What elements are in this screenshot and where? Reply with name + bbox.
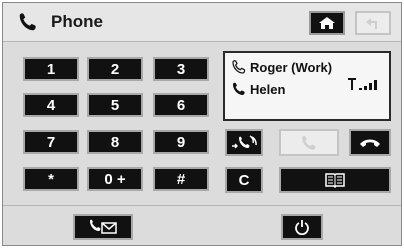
key-label: 4 <box>46 96 56 114</box>
transfer-button[interactable] <box>225 129 263 156</box>
key-label: 8 <box>110 133 120 151</box>
key-label: # <box>176 170 186 188</box>
voicemail-button[interactable] <box>73 214 133 240</box>
key-6[interactable]: 6 <box>153 93 209 117</box>
key-label: 9 <box>176 133 186 151</box>
power-icon <box>295 220 309 235</box>
call-entry-roger[interactable]: Roger (Work) <box>231 59 332 75</box>
key-9[interactable]: 9 <box>153 130 209 154</box>
contact-name: Helen <box>250 81 286 97</box>
answer-button[interactable] <box>279 129 339 156</box>
clear-button[interactable]: C <box>225 167 263 193</box>
phonebook-button[interactable] <box>279 167 391 193</box>
key-5[interactable]: 5 <box>87 93 143 117</box>
phone-screen: Phone 1 2 3 4 5 6 7 8 9 * 0 + # Roger (W… <box>2 2 402 246</box>
key-7[interactable]: 7 <box>23 130 79 154</box>
key-0-plus[interactable]: 0 + <box>87 167 143 191</box>
key-hash[interactable]: # <box>153 167 209 191</box>
key-label: 6 <box>176 96 186 114</box>
key-label: 0 + <box>104 170 126 188</box>
power-button[interactable] <box>281 214 323 240</box>
back-button[interactable] <box>355 11 391 35</box>
key-label: 1 <box>46 60 56 78</box>
key-1[interactable]: 1 <box>23 57 79 81</box>
call-entry-helen[interactable]: Helen <box>231 81 285 97</box>
key-label: 2 <box>110 60 120 78</box>
back-arrow-icon <box>366 18 377 29</box>
call-transfer-icon <box>232 134 257 148</box>
key-star[interactable]: * <box>23 167 79 191</box>
key-3[interactable]: 3 <box>153 57 209 81</box>
phone-handset-icon <box>233 82 245 95</box>
clear-label: C <box>238 171 250 189</box>
home-button[interactable] <box>309 11 345 35</box>
key-2[interactable]: 2 <box>87 57 143 81</box>
signal-strength-icon <box>348 78 377 90</box>
home-icon <box>319 17 335 29</box>
phone-outline-icon <box>232 60 246 74</box>
footer-divider <box>3 205 401 206</box>
voicemail-icon <box>90 219 117 234</box>
page-title: Phone <box>51 12 103 31</box>
phonebook-icon <box>325 173 345 188</box>
call-info-panel: Roger (Work) Helen <box>223 51 391 121</box>
phone-handset-icon <box>19 13 36 31</box>
contact-name: Roger (Work) <box>250 59 333 75</box>
key-label: 5 <box>110 96 120 114</box>
hang-up-icon <box>360 139 380 147</box>
key-label: * <box>48 170 54 188</box>
title-bar: Phone <box>3 3 401 42</box>
key-4[interactable]: 4 <box>23 93 79 117</box>
key-label: 7 <box>46 133 56 151</box>
key-label: 3 <box>176 60 186 78</box>
hang-up-button[interactable] <box>349 129 391 156</box>
call-answer-icon <box>302 135 316 150</box>
key-8[interactable]: 8 <box>87 130 143 154</box>
